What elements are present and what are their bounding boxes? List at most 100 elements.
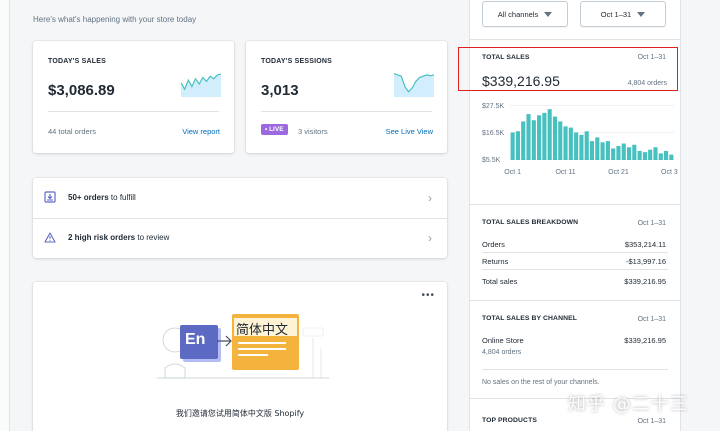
channel-online-store-value: $339,216.95 <box>624 336 666 345</box>
task-orders-to-fulfill[interactable]: 50+ orders to fulfill › <box>33 178 447 218</box>
sales-bar[interactable] <box>568 127 573 160</box>
sales-bar[interactable] <box>521 121 526 160</box>
chevron-right-icon: › <box>428 231 432 245</box>
top-products-date: Oct 1–31 <box>637 418 666 425</box>
sales-bar[interactable] <box>600 142 605 160</box>
sales-bar[interactable] <box>653 147 658 160</box>
promo-caption: 我们邀请您试用简体中文版 Shopify <box>175 409 305 418</box>
x-tick-label: Oct 31 <box>661 169 678 176</box>
today-orders-count: 44 total orders <box>48 127 96 136</box>
nav-sidebar <box>0 0 10 431</box>
sales-bar[interactable] <box>642 152 647 160</box>
english-tile: En <box>180 325 218 359</box>
sales-bar[interactable] <box>605 141 610 160</box>
sales-bar[interactable] <box>531 120 536 160</box>
y-tick-label: $16.5K <box>482 130 505 137</box>
more-options-button[interactable]: ••• <box>421 290 435 301</box>
caret-down-icon <box>637 11 646 17</box>
task-label: 2 high risk orders to review <box>68 233 170 242</box>
download-box-icon <box>44 191 56 203</box>
sales-bar[interactable] <box>515 131 520 160</box>
today-sales-card: TODAY'S SALES $3,086.89 44 total orders … <box>33 41 234 153</box>
today-sessions-sparkline <box>394 73 434 97</box>
sales-bar[interactable] <box>637 150 642 160</box>
channel-online-store-orders: 4,804 orders <box>482 349 522 356</box>
today-sessions-value: 3,013 <box>261 82 299 99</box>
x-tick-label: Oct 21 <box>608 169 629 176</box>
sales-bar[interactable] <box>648 149 653 160</box>
sales-bar[interactable] <box>632 144 637 160</box>
breakdown-orders-label: Orders <box>482 240 505 249</box>
warning-icon <box>44 232 56 243</box>
channel-filter-dropdown[interactable]: All channels <box>482 1 568 27</box>
sales-bar[interactable] <box>552 116 558 160</box>
language-promo-card: ••• En 简体中文 我们邀请您试用简体中文版 Shopify <box>33 282 447 431</box>
breakdown-total-label: Total sales <box>482 277 518 286</box>
task-label: 50+ orders to fulfill <box>68 193 136 202</box>
breakdown-date: Oct 1–31 <box>637 220 666 227</box>
y-tick-label: $27.5K <box>482 103 505 110</box>
highlight-annotation <box>458 47 678 91</box>
divider <box>482 369 668 370</box>
sales-bar[interactable] <box>526 114 531 160</box>
sales-bar[interactable] <box>547 109 552 160</box>
divider <box>48 111 219 112</box>
divider <box>261 111 432 112</box>
divider <box>482 252 668 253</box>
sales-bar[interactable] <box>595 137 600 160</box>
sales-bar[interactable] <box>626 147 632 160</box>
sales-bar[interactable] <box>558 121 563 160</box>
by-channel-title: TOTAL SALES BY CHANNEL <box>482 315 577 322</box>
sales-bar[interactable] <box>589 141 595 160</box>
sales-bar[interactable] <box>584 131 589 160</box>
today-sessions-label: TODAY'S SESSIONS <box>261 58 332 65</box>
caret-down-icon <box>544 11 553 17</box>
divider <box>470 300 680 301</box>
breakdown-orders-value: $353,214.11 <box>624 240 666 249</box>
see-live-view-link[interactable]: See Live View <box>386 127 433 136</box>
date-filter-dropdown[interactable]: Oct 1–31 <box>580 1 666 27</box>
y-tick-label: $5.5K <box>482 157 501 164</box>
chinese-label: 简体中文 <box>236 323 289 338</box>
divider <box>482 269 668 270</box>
divider <box>470 204 680 205</box>
breakdown-returns-label: Returns <box>482 257 509 266</box>
today-sessions-card: TODAY'S SESSIONS 3,013 • LIVE 3 visitors… <box>246 41 447 153</box>
sales-bar[interactable] <box>621 143 626 160</box>
breakdown-title: TOTAL SALES BREAKDOWN <box>482 219 579 226</box>
watermark: 知乎 @二十三 <box>568 394 689 415</box>
today-sales-value: $3,086.89 <box>48 82 115 99</box>
sales-bar[interactable] <box>510 132 515 161</box>
chevron-right-icon: › <box>428 191 432 205</box>
view-report-link[interactable]: View report <box>182 127 220 136</box>
sales-bar[interactable] <box>579 134 584 160</box>
divider <box>470 39 680 40</box>
x-tick-label: Oct 11 <box>555 169 575 176</box>
sales-bar[interactable] <box>537 115 542 160</box>
chinese-tile: 简体中文 <box>232 314 299 370</box>
channel-online-store: Online Store <box>482 336 524 345</box>
sales-bar[interactable] <box>664 150 669 160</box>
by-channel-date: Oct 1–31 <box>637 316 666 323</box>
sales-bar[interactable] <box>616 146 621 160</box>
x-tick-label: Oct 1 <box>504 169 521 176</box>
live-badge: • LIVE <box>261 124 288 135</box>
no-sales-note: No sales on the rest of your channels. <box>482 379 600 386</box>
live-visitors: 3 visitors <box>298 127 328 136</box>
date-filter-label: Oct 1–31 <box>600 9 632 19</box>
sales-bar[interactable] <box>563 126 568 160</box>
breakdown-total-value: $339,216.95 <box>624 277 666 286</box>
sales-bar[interactable] <box>669 154 674 160</box>
en-label: En <box>185 331 206 348</box>
sales-bar[interactable] <box>542 112 547 160</box>
today-sales-label: TODAY'S SALES <box>48 58 106 65</box>
page-subtitle: Here's what's happening with your store … <box>33 15 197 24</box>
breakdown-returns-value: -$13,997.16 <box>625 257 666 266</box>
sales-bar[interactable] <box>658 153 663 160</box>
sales-bar[interactable] <box>611 148 616 160</box>
today-sales-sparkline <box>181 73 221 97</box>
task-high-risk-orders[interactable]: 2 high risk orders to review › <box>33 218 447 258</box>
channel-filter-label: All channels <box>497 9 539 19</box>
sales-bar[interactable] <box>574 132 579 161</box>
top-products-title: TOP PRODUCTS <box>482 417 537 424</box>
